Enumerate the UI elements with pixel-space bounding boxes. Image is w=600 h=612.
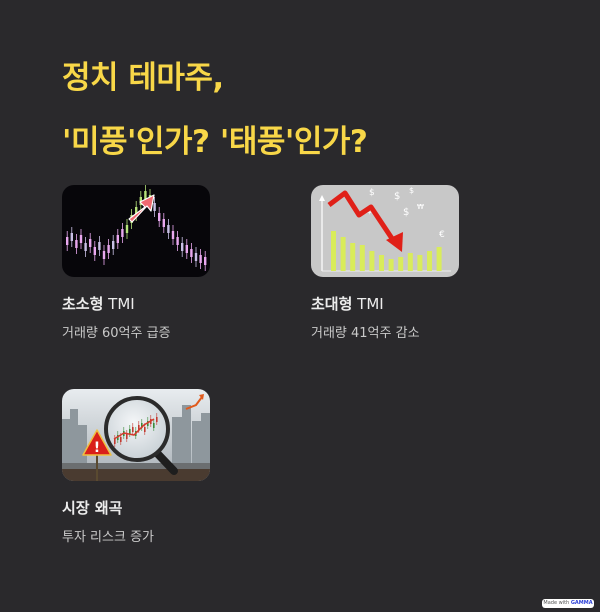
svg-text:$: $ [394, 191, 400, 202]
card-subtitle: 거래량 41억주 감소 [311, 326, 420, 341]
card-subtitle: 거래량 60억주 급증 [62, 326, 171, 341]
card-title: 초대형 TMI [311, 295, 384, 313]
card-title: 초소형 TMI [62, 295, 135, 313]
page-title-line-2: '미풍'인가? '태풍'인가? [62, 124, 368, 160]
magnifier-warning-chart-icon: ! [62, 389, 210, 481]
magnifier-warning-image: ! [62, 389, 210, 481]
card-title: 시장 왜곡 [62, 499, 123, 517]
svg-text:€: € [439, 230, 445, 240]
card-ultra-large-tmi: $ $ $ $ $ € ₩ 초대형 TMI 거래량 41억주 감소 [311, 185, 471, 341]
svg-text:$: $ [369, 188, 375, 198]
candlestick-chart-image [62, 185, 210, 277]
card-subtitle: 투자 리스크 증가 [62, 530, 154, 545]
falling-chart-image: $ $ $ $ $ € ₩ [311, 185, 459, 277]
svg-text:!: ! [94, 440, 100, 456]
card-market-distortion: ! 시장 왜곡 투자 리스크 증가 [62, 389, 222, 545]
falling-arrow-bar-chart-icon: $ $ $ $ $ € ₩ [311, 185, 459, 277]
page-title-line-1: 정치 테마주, [62, 60, 224, 96]
card-ultra-small-tmi: 초소형 TMI 거래량 60억주 급증 [62, 185, 222, 341]
svg-text:₩: ₩ [417, 203, 424, 211]
made-with-gamma-badge[interactable]: Made with GAMMA [542, 599, 594, 608]
candlestick-chart-rising-arrow-icon [62, 185, 210, 277]
svg-text:$: $ [409, 186, 414, 195]
svg-text:$: $ [403, 207, 409, 218]
